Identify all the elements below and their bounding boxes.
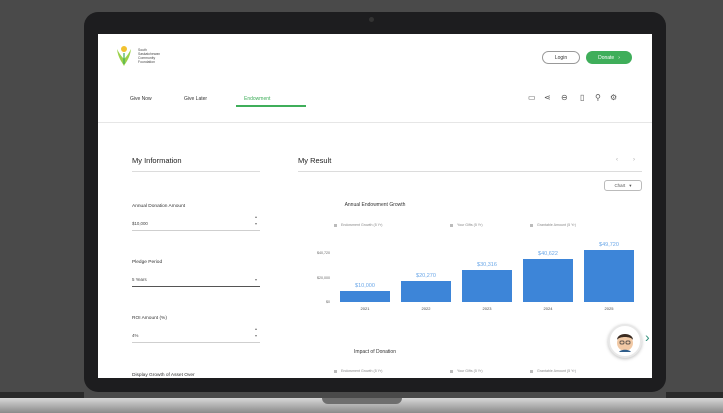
title-divider — [132, 171, 260, 172]
chevron-left-icon[interactable]: ‹ — [616, 155, 618, 165]
active-tab-indicator — [236, 105, 306, 107]
chart-bar[interactable] — [523, 259, 573, 302]
x-tick-label: 2025 — [604, 306, 614, 311]
assistant-face-icon — [617, 334, 633, 352]
chart-bar[interactable] — [401, 280, 451, 302]
stepper-down-icon[interactable]: ▾ — [255, 221, 257, 226]
logo-line: Foundation — [138, 60, 155, 64]
title-divider — [298, 171, 642, 172]
bar-value-label: $20,270 — [416, 272, 436, 279]
legend-label: Endowment Growth (5 Yr) — [341, 223, 383, 227]
share-icon[interactable]: ⋖ — [544, 93, 551, 103]
field-underline — [132, 342, 260, 343]
logo-text: South Saskatchewan Community Foundation — [138, 48, 160, 64]
my-result-title: My Result — [298, 156, 332, 165]
donate-label: Donate — [598, 54, 615, 61]
chart-view-label: Chart — [614, 183, 626, 188]
chevron-down-icon[interactable]: ▾ — [255, 277, 257, 282]
stepper-up-icon[interactable]: ▴ — [255, 214, 257, 219]
chart-view-select[interactable]: Chart ▾ — [604, 180, 642, 191]
legend-label: Grantable Amount (5 Yr) — [537, 369, 576, 373]
my-information-title: My Information — [132, 156, 182, 165]
y-tick-label: $0 — [326, 300, 330, 304]
nav-tab-give-now[interactable]: Give Now — [130, 96, 152, 102]
legend-label: Your Gifts (5 Yr) — [457, 223, 483, 227]
bookmark-icon[interactable]: ▭ — [528, 93, 536, 103]
field-underline — [132, 230, 260, 231]
login-button[interactable]: Login — [542, 51, 580, 64]
chart-bar[interactable] — [584, 249, 634, 302]
bar-value-label: $49,720 — [599, 241, 619, 248]
laptop-notch — [322, 398, 402, 404]
pledge-period-label: Pledge Period — [132, 260, 163, 265]
chevron-right-icon: › — [618, 54, 620, 61]
foundation-logo-icon — [117, 46, 131, 66]
field-underline — [132, 286, 260, 287]
x-tick-label: 2023 — [482, 306, 492, 311]
legend-label: Endowment Growth (5 Yr) — [341, 369, 383, 373]
roi-amount-label: ROI Amount (%) — [132, 316, 167, 321]
impact-title: Impact of Donation — [354, 349, 396, 355]
nav-tab-endowment[interactable]: Endowment — [244, 96, 270, 102]
donate-button[interactable]: Donate › — [586, 51, 632, 64]
nav-tab-give-later[interactable]: Give Later — [184, 96, 207, 102]
print-icon[interactable]: ⊖ — [561, 93, 568, 103]
legend-label: Grantable Amount (5 Yr) — [537, 223, 576, 227]
bar-value-label: $40,622 — [538, 251, 558, 258]
settings-icon[interactable]: ⚙ — [610, 93, 617, 103]
chevron-right-icon[interactable]: › — [633, 155, 635, 165]
chevron-right-icon[interactable]: › — [645, 330, 650, 344]
chevron-down-icon: ▾ — [629, 182, 632, 188]
header-divider — [98, 122, 652, 123]
laptop-lid: South Saskatchewan Community Foundation … — [84, 12, 666, 392]
expand-icon[interactable]: ▯ — [580, 93, 584, 103]
legend-item: Endowment Growth (5 Yr) — [334, 223, 382, 227]
app-screen: South Saskatchewan Community Foundation … — [98, 34, 652, 378]
legend-item: Your Gifts (5 Yr) — [450, 369, 483, 373]
annual-donation-input[interactable]: $10,000 — [132, 221, 148, 226]
legend-label: Your Gifts (5 Yr) — [457, 369, 483, 373]
display-growth-label: Display Growth of Asset Over — [132, 373, 195, 378]
legend-item: Endowment Growth (5 Yr) — [334, 369, 382, 373]
x-tick-label: 2021 — [360, 306, 370, 311]
search-icon[interactable]: ⚲ — [595, 93, 601, 103]
x-tick-label: 2022 — [421, 306, 431, 311]
roi-amount-input[interactable]: 4% — [132, 333, 138, 338]
x-tick-label: 2024 — [543, 306, 553, 311]
chat-assistant-avatar[interactable] — [608, 324, 642, 358]
y-tick-label: $40,720 — [317, 251, 330, 255]
y-tick-label: $20,000 — [317, 276, 330, 280]
bar-value-label: $10,000 — [355, 283, 375, 290]
chart-title: Annual Endowment Growth — [344, 202, 406, 208]
stepper-up-icon[interactable]: ▴ — [255, 326, 257, 331]
legend-item: Grantable Amount (5 Yr) — [530, 369, 576, 373]
chart-bar[interactable] — [462, 270, 512, 302]
camera-icon — [369, 17, 374, 22]
legend-item: Grantable Amount (5 Yr) — [530, 223, 576, 227]
bar-value-label: $30,316 — [477, 262, 497, 269]
stepper-down-icon[interactable]: ▾ — [255, 333, 257, 338]
chart-bar[interactable] — [340, 291, 390, 302]
legend-item: Your Gifts (5 Yr) — [450, 223, 483, 227]
pledge-period-select[interactable]: 5 Years — [132, 277, 147, 282]
